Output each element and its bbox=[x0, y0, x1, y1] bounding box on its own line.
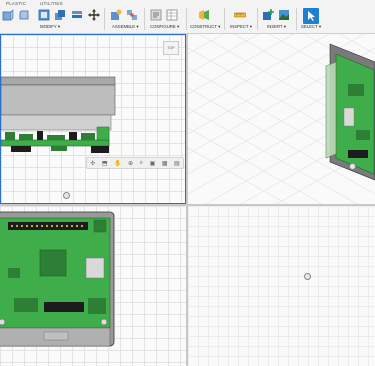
component bbox=[81, 133, 95, 140]
navigation-bar: ✣ ⬒ ✋ ⊕ ⌕ ▣ ▦ ▤ bbox=[86, 157, 184, 169]
parameters-icon[interactable] bbox=[150, 8, 162, 22]
ribbon-toolbar: PLASTIC UTILITIES MODIFY ▾ ASSEMBLE ▾ CO… bbox=[0, 0, 375, 34]
shell-icon[interactable] bbox=[38, 8, 50, 22]
case-lower bbox=[1, 114, 112, 131]
hdmi-port bbox=[44, 302, 84, 312]
zoom-icon[interactable]: ⊕ bbox=[128, 160, 133, 167]
combine-icon[interactable] bbox=[54, 8, 66, 22]
measure-icon[interactable] bbox=[234, 8, 246, 22]
component bbox=[343, 107, 355, 127]
soc-chip bbox=[39, 249, 67, 277]
divider bbox=[224, 8, 225, 30]
origin-icon bbox=[349, 163, 356, 170]
group-construct[interactable]: CONSTRUCT ▾ bbox=[190, 24, 220, 30]
component bbox=[19, 134, 33, 140]
component bbox=[47, 135, 65, 140]
offset-plane-icon[interactable] bbox=[198, 8, 210, 22]
component bbox=[11, 146, 31, 152]
fillet-icon[interactable] bbox=[18, 8, 30, 22]
group-select[interactable]: SELECT ▾ bbox=[301, 24, 321, 30]
viewports-icon[interactable]: ▤ bbox=[174, 160, 180, 167]
insert-image-icon[interactable] bbox=[278, 8, 290, 22]
press-pull-icon[interactable] bbox=[2, 8, 14, 22]
mount-hole bbox=[100, 318, 108, 326]
joint-icon[interactable] bbox=[126, 8, 138, 22]
select-icon[interactable] bbox=[303, 8, 319, 24]
viewport-front[interactable]: TOP bbox=[0, 34, 186, 204]
case-side bbox=[1, 84, 116, 116]
component bbox=[69, 132, 77, 140]
group-insert[interactable]: INSERT ▾ bbox=[267, 24, 286, 30]
divider bbox=[144, 8, 145, 30]
divider bbox=[186, 8, 187, 30]
component bbox=[5, 132, 15, 140]
group-configure[interactable]: CONFIGURE ▾ bbox=[150, 24, 179, 30]
divider bbox=[257, 8, 258, 30]
component bbox=[88, 298, 106, 314]
viewport-isometric[interactable] bbox=[188, 34, 375, 204]
component bbox=[348, 150, 368, 158]
case-side-panel bbox=[325, 61, 337, 159]
pan-icon[interactable]: ⬒ bbox=[102, 160, 108, 167]
component bbox=[8, 268, 20, 278]
component bbox=[37, 131, 43, 140]
new-component-icon[interactable] bbox=[110, 8, 122, 22]
configure-table-icon[interactable] bbox=[166, 8, 178, 22]
mount-hole bbox=[0, 318, 6, 326]
case-slot bbox=[43, 331, 69, 341]
group-modify[interactable]: MODIFY ▾ bbox=[40, 24, 60, 30]
insert-derive-icon[interactable] bbox=[262, 8, 274, 22]
hand-icon[interactable]: ✋ bbox=[114, 160, 121, 167]
origin-icon bbox=[304, 273, 311, 280]
component bbox=[356, 130, 370, 140]
tab-utilities[interactable]: UTILITIES bbox=[40, 1, 63, 6]
case-top-shell bbox=[1, 76, 116, 86]
component bbox=[51, 146, 67, 151]
orbit-icon[interactable]: ✣ bbox=[90, 160, 95, 167]
display-icon[interactable]: ▣ bbox=[150, 160, 156, 167]
usb-port bbox=[85, 257, 105, 279]
grid-icon[interactable]: ▦ bbox=[162, 160, 168, 167]
front-view-model bbox=[1, 76, 116, 153]
divider bbox=[104, 8, 105, 30]
tab-plastic[interactable]: PLASTIC bbox=[6, 1, 26, 6]
move-icon[interactable] bbox=[88, 8, 100, 22]
component bbox=[14, 298, 38, 312]
viewport-top[interactable] bbox=[0, 206, 186, 366]
stack-icon[interactable] bbox=[71, 8, 83, 22]
pcb-edge bbox=[1, 139, 110, 147]
top-view-model bbox=[0, 211, 115, 347]
viewport-divider-vertical[interactable] bbox=[186, 34, 188, 366]
component bbox=[348, 84, 364, 96]
viewport-right[interactable] bbox=[188, 206, 375, 366]
component bbox=[96, 126, 110, 141]
origin-icon bbox=[63, 192, 70, 199]
viewport-divider-horizontal[interactable] bbox=[0, 204, 375, 206]
group-inspect[interactable]: INSPECT ▾ bbox=[230, 24, 252, 30]
component bbox=[93, 219, 107, 233]
fit-icon[interactable]: ⌕ bbox=[140, 160, 143, 167]
component bbox=[91, 146, 109, 153]
group-assemble[interactable]: ASSEMBLE ▾ bbox=[112, 24, 139, 30]
iso-grid bbox=[188, 34, 375, 204]
divider bbox=[296, 8, 297, 30]
